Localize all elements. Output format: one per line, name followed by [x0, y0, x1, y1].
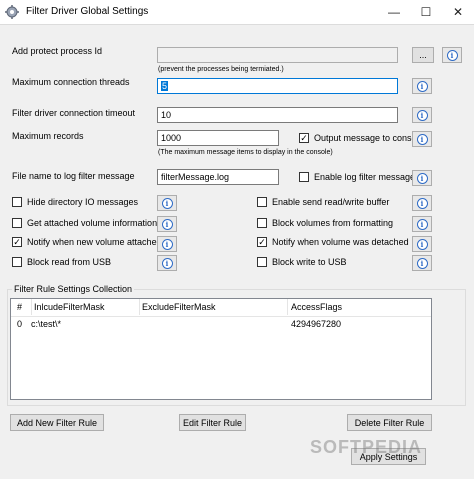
max-records-note: (The maximum message items to display in… — [158, 149, 333, 156]
timeout-label: Filter driver connection timeout — [12, 108, 136, 118]
edit-filter-rule-button[interactable]: Edit Filter Rule — [179, 414, 246, 431]
info-icon: i — [416, 218, 428, 230]
maximize-button[interactable]: ☐ — [410, 0, 442, 24]
cell-include-mask: c:\test\* — [31, 319, 62, 329]
block-read-usb-checkbox[interactable] — [12, 257, 22, 267]
get-volume-info-checkbox[interactable] — [12, 218, 22, 228]
column-header-exclude[interactable]: ExcludeFilterMask — [142, 302, 216, 312]
cell-index: 0 — [17, 319, 23, 329]
notify-volume-attached-checkbox[interactable]: ✓ — [12, 237, 22, 247]
output-console-checkbox[interactable]: ✓ — [299, 133, 309, 143]
notify-volume-detached-label: Notify when volume was detached — [272, 237, 409, 247]
filter-rule-list[interactable]: # InlcudeFilterMask ExcludeFilterMask Ac… — [10, 298, 432, 400]
check-icon: ✓ — [258, 236, 266, 247]
column-header-index[interactable]: # — [17, 302, 22, 312]
info-icon: i — [416, 238, 428, 250]
info-button[interactable]: i — [412, 216, 432, 232]
check-icon: ✓ — [300, 132, 308, 143]
hide-directory-io-label: Hide directory IO messages — [27, 197, 139, 207]
block-formatting-checkbox[interactable] — [257, 218, 267, 228]
table-row[interactable]: 0 c:\test\* 4294967280 — [11, 317, 431, 331]
column-header-access[interactable]: AccessFlags — [291, 302, 342, 312]
info-button[interactable]: i — [157, 236, 177, 252]
delete-filter-rule-button[interactable]: Delete Filter Rule — [347, 414, 432, 431]
info-icon: i — [416, 257, 428, 269]
info-button[interactable]: i — [412, 255, 432, 271]
notify-volume-detached-checkbox[interactable]: ✓ — [257, 237, 267, 247]
info-button[interactable]: i — [157, 255, 177, 271]
enable-log-label: Enable log filter message — [314, 172, 416, 182]
block-formatting-label: Block volumes from formatting — [272, 218, 394, 228]
log-file-label: File name to log filter message — [12, 171, 135, 181]
info-button[interactable]: i — [412, 107, 432, 123]
check-icon: ✓ — [13, 236, 21, 247]
info-icon: i — [416, 172, 428, 184]
filter-rule-group-title: Filter Rule Settings Collection — [12, 284, 135, 294]
info-button[interactable]: i — [157, 195, 177, 211]
info-icon: i — [416, 109, 428, 121]
info-icon: i — [416, 133, 428, 145]
protect-process-note: (prevent the processes being termiated.) — [158, 66, 284, 73]
add-filter-rule-button[interactable]: Add New Filter Rule — [10, 414, 104, 431]
block-write-usb-checkbox[interactable] — [257, 257, 267, 267]
column-separator[interactable] — [287, 299, 288, 315]
block-write-usb-label: Block write to USB — [272, 257, 347, 267]
send-buffer-checkbox[interactable] — [257, 197, 267, 207]
get-volume-info-label: Get attached volume information — [27, 218, 158, 228]
protect-process-field[interactable] — [157, 47, 398, 63]
info-icon: i — [416, 80, 428, 92]
column-header-include[interactable]: InlcudeFilterMask — [34, 302, 105, 312]
output-console-label: Output message to console — [314, 133, 424, 143]
info-icon: i — [161, 218, 173, 230]
info-button[interactable]: i — [412, 195, 432, 211]
info-icon: i — [161, 257, 173, 269]
minimize-button[interactable]: — — [378, 0, 410, 24]
log-file-input[interactable]: filterMessage.log — [157, 169, 279, 185]
column-separator[interactable] — [31, 299, 32, 315]
block-read-usb-label: Block read from USB — [27, 257, 112, 267]
max-records-input[interactable]: 1000 — [157, 130, 279, 146]
hide-directory-io-checkbox[interactable] — [12, 197, 22, 207]
protect-process-label: Add protect process Id — [12, 46, 103, 56]
timeout-input[interactable]: 10 — [157, 107, 398, 123]
info-button[interactable]: i — [157, 216, 177, 232]
max-records-label: Maximum records — [12, 131, 84, 141]
title-bar: Filter Driver Global Settings — ☐ ✕ — [0, 0, 474, 25]
info-icon: i — [416, 197, 428, 209]
info-button[interactable]: i — [412, 236, 432, 252]
max-threads-label: Maximum connection threads — [12, 77, 130, 87]
info-icon: i — [161, 197, 173, 209]
window-title: Filter Driver Global Settings — [26, 6, 149, 17]
max-threads-value: 5 — [161, 81, 169, 91]
max-threads-input[interactable]: 5 — [157, 78, 398, 94]
watermark: SOFTPEDIA — [310, 437, 423, 457]
close-button[interactable]: ✕ — [442, 0, 474, 24]
browse-process-button[interactable]: ... — [412, 47, 434, 63]
send-buffer-label: Enable send read/write buffer — [272, 197, 390, 207]
info-button[interactable]: i — [412, 78, 432, 94]
info-icon: i — [446, 49, 458, 61]
list-header: # InlcudeFilterMask ExcludeFilterMask Ac… — [11, 299, 431, 317]
enable-log-checkbox[interactable] — [299, 172, 309, 182]
info-button[interactable]: i — [442, 47, 462, 63]
info-icon: i — [161, 238, 173, 250]
column-separator[interactable] — [139, 299, 140, 315]
gear-app-icon — [5, 5, 19, 19]
info-button[interactable]: i — [412, 131, 432, 147]
info-button[interactable]: i — [412, 170, 432, 186]
notify-volume-attached-label: Notify when new volume attached — [27, 237, 162, 247]
cell-access-flags: 4294967280 — [291, 319, 342, 329]
